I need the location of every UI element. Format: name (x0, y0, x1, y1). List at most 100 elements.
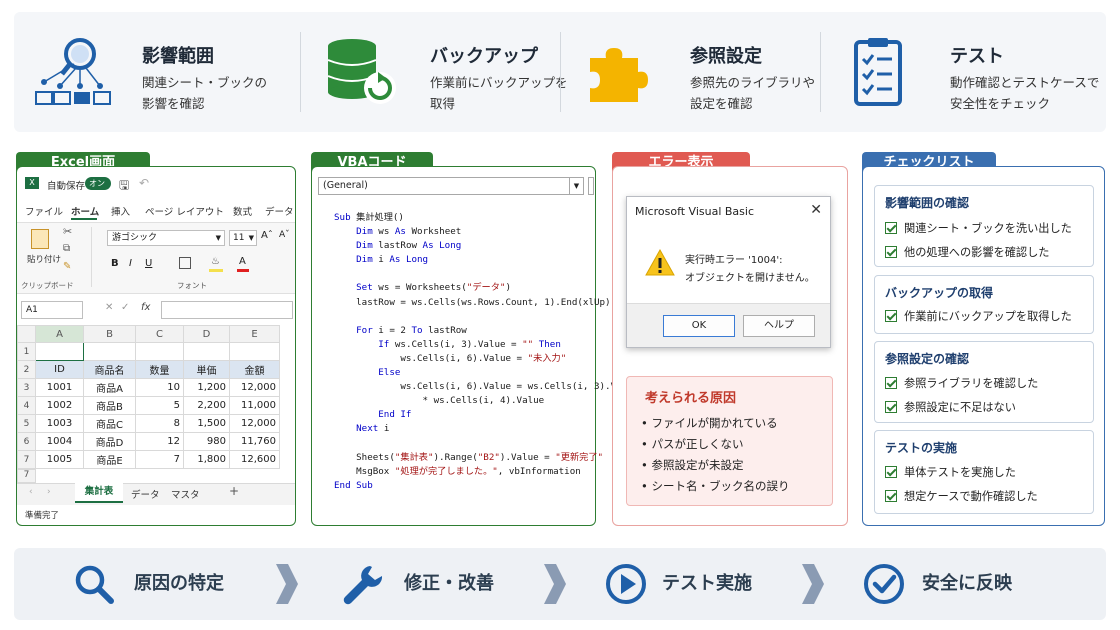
cell[interactable]: 商品D (83, 432, 136, 451)
cell[interactable]: 12,000 (229, 414, 280, 433)
cell[interactable]: 1,800 (183, 450, 230, 469)
help-button[interactable]: ヘルプ (743, 315, 815, 337)
procedure-dropdown[interactable]: (General) ▼ (318, 177, 584, 195)
cell[interactable]: 8 (135, 414, 184, 433)
cell[interactable]: 12,600 (229, 450, 280, 469)
cell[interactable]: 12 (135, 432, 184, 451)
cell[interactable]: 1005 (35, 450, 84, 469)
column-header[interactable]: C (135, 325, 184, 343)
checklist-item[interactable]: 想定ケースで動作確認した (885, 488, 1038, 504)
close-icon[interactable]: ✕ (810, 202, 822, 218)
cell[interactable]: 1,500 (183, 414, 230, 433)
sheet-next-icon[interactable]: › (47, 487, 51, 497)
cell[interactable]: 1002 (35, 396, 84, 415)
fill-color-icon[interactable]: ♨ (211, 256, 220, 267)
header-cell[interactable]: 商品名 (83, 360, 136, 379)
code-editor[interactable]: Sub 集計処理() Dim ws As Worksheet Dim lastR… (334, 211, 649, 493)
cell[interactable] (229, 342, 280, 361)
cell[interactable] (183, 342, 230, 361)
cell[interactable]: 1003 (35, 414, 84, 433)
ribbon-tab-data[interactable]: データ (265, 204, 294, 218)
font-name-select[interactable]: 游ゴシック ▼ (107, 230, 225, 246)
checkbox-checked-icon[interactable] (885, 310, 897, 322)
cell[interactable]: 商品A (83, 378, 136, 397)
save-icon[interactable]: 🖫 (119, 176, 129, 197)
ok-button[interactable]: OK (663, 315, 735, 337)
header-cell[interactable]: 数量 (135, 360, 184, 379)
format-painter-icon[interactable]: ✎ (63, 261, 71, 272)
header-cell[interactable]: 金額 (229, 360, 280, 379)
checkbox-checked-icon[interactable] (885, 490, 897, 502)
select-all-corner[interactable] (17, 325, 36, 343)
row-header[interactable]: 7 (17, 469, 36, 483)
checklist-item[interactable]: 参照ライブラリを確認した (885, 375, 1038, 391)
column-header[interactable]: B (83, 325, 136, 343)
checklist-item[interactable]: 参照設定に不足はない (885, 399, 1016, 415)
add-sheet-button[interactable]: + (229, 484, 239, 498)
cut-icon[interactable]: ✂ (63, 225, 72, 238)
row-header[interactable]: 6 (17, 432, 36, 451)
ribbon-tab-insert[interactable]: 挿入 (111, 204, 130, 218)
ribbon-tab-home[interactable]: ホーム (71, 204, 99, 218)
cell[interactable] (83, 342, 136, 361)
cell[interactable]: 980 (183, 432, 230, 451)
undo-icon[interactable]: ↶ (139, 176, 149, 190)
sheet-tab-master[interactable]: マスタ (171, 487, 200, 501)
cell[interactable]: 商品E (83, 450, 136, 469)
cell[interactable]: 2,200 (183, 396, 230, 415)
checkbox-checked-icon[interactable] (885, 401, 897, 413)
ribbon-tab-layout[interactable]: ページ レイアウト (145, 204, 224, 218)
row-header[interactable]: 4 (17, 396, 36, 415)
cancel-icon[interactable]: ✕ (105, 302, 113, 313)
checkbox-checked-icon[interactable] (885, 466, 897, 478)
underline-icon[interactable]: U (145, 258, 152, 269)
cell[interactable] (135, 342, 184, 361)
name-box[interactable]: A1 (21, 301, 83, 319)
checklist-item[interactable]: 作業前にバックアップを取得した (885, 308, 1072, 324)
sheet-tab-data[interactable]: データ (131, 487, 160, 501)
cell-a1[interactable] (35, 342, 84, 361)
cell[interactable]: 商品B (83, 396, 136, 415)
font-size-select[interactable]: 11 ▼ (229, 230, 257, 246)
cell[interactable]: 1,200 (183, 378, 230, 397)
checkbox-checked-icon[interactable] (885, 222, 897, 234)
header-cell[interactable]: ID (35, 360, 84, 379)
font-color-icon[interactable]: A (239, 256, 246, 267)
row-header[interactable]: 5 (17, 414, 36, 433)
cell[interactable]: 1004 (35, 432, 84, 451)
row-header[interactable]: 1 (17, 342, 36, 361)
row-header[interactable]: 7 (17, 450, 36, 469)
sheet-prev-icon[interactable]: ‹ (29, 487, 33, 497)
bold-icon[interactable]: B (111, 258, 119, 269)
function-icon[interactable]: fx (141, 302, 150, 313)
cell[interactable]: 商品C (83, 414, 136, 433)
checklist-item[interactable]: 単体テストを実施した (885, 464, 1016, 480)
borders-icon[interactable] (179, 257, 191, 269)
formula-input[interactable] (161, 301, 293, 319)
font-shrink-icon[interactable]: Aˇ (279, 230, 290, 240)
cell[interactable]: 12,000 (229, 378, 280, 397)
sheet-tab-summary[interactable]: 集計表 (75, 483, 123, 503)
checkbox-checked-icon[interactable] (885, 246, 897, 258)
italic-icon[interactable]: I (129, 258, 132, 269)
cell[interactable]: 10 (135, 378, 184, 397)
paste-icon[interactable] (31, 229, 49, 249)
column-header[interactable]: E (229, 325, 280, 343)
ribbon-tab-formulas[interactable]: 数式 (233, 204, 252, 218)
checklist-item[interactable]: 他の処理への影響を確認した (885, 244, 1049, 260)
font-grow-icon[interactable]: Aˆ (261, 230, 273, 241)
header-cell[interactable]: 単価 (183, 360, 230, 379)
column-header[interactable]: A (35, 325, 84, 343)
cell[interactable]: 11,000 (229, 396, 280, 415)
autosave-toggle[interactable]: オン (85, 177, 111, 190)
row-header[interactable]: 2 (17, 360, 36, 379)
column-header[interactable]: D (183, 325, 230, 343)
row-header[interactable]: 3 (17, 378, 36, 397)
ribbon-tab-file[interactable]: ファイル (25, 204, 63, 218)
copy-icon[interactable]: ⧉ (63, 243, 70, 254)
checkbox-checked-icon[interactable] (885, 377, 897, 389)
enter-icon[interactable]: ✓ (121, 302, 129, 313)
checklist-item[interactable]: 関連シート・ブックを洗い出した (885, 220, 1072, 236)
cell[interactable]: 7 (135, 450, 184, 469)
cell[interactable]: 1001 (35, 378, 84, 397)
